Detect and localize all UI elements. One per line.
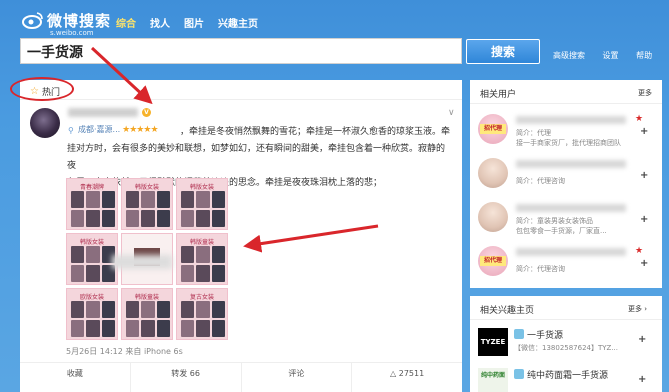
annotation-circle [10,77,74,101]
search-box [20,38,462,64]
interest-page-item[interactable]: TYZEE 一手货源 【微信：13802587624】TYZ... + [478,326,662,360]
grid-image[interactable]: 青春潮牌 [66,178,118,230]
favorite-button[interactable]: 收藏 [20,363,131,392]
related-user-item[interactable]: 招代理 ★ 简介：代理咨询 + [470,242,662,286]
avatar[interactable]: 招代理 [478,114,508,144]
grid-image[interactable]: 韩版女装 [121,178,173,230]
top-nav: 综合 找人 图片 兴趣主页 [116,15,272,30]
interest-page-name[interactable]: 纯中药面霜一手货源 [514,368,608,381]
recruit-agent-tag: 招代理 [480,256,506,266]
related-users-more-link[interactable]: 更多 [638,88,652,98]
related-interest-title: 相关兴趣主页 [480,306,535,316]
grid-image-label: 韩版童装 [189,239,214,246]
blurred-username[interactable] [516,248,626,256]
search-input[interactable] [27,42,447,62]
interest-page-name-text: 一手货源 [527,331,564,341]
grid-image-label: 青春潮牌 [79,184,104,191]
follow-plus-icon[interactable]: + [640,214,648,225]
post-time[interactable]: 5月26日 14:12 来自 iPhone 6s [66,346,183,357]
related-users-panel: 相关用户 更多 招代理 ★ 简介：代理 接一手商家货厂，批代理招商团队 + 简介… [470,80,662,288]
post-text-line-2: 挂对方时，会有很多的美妙和联想，如梦如幻，还有瞬间的甜美，牵挂包含着一种欣赏。寂… [67,144,446,171]
page-badge-icon [514,369,524,379]
nav-find-people[interactable]: 找人 [150,15,170,30]
related-user-item[interactable]: 招代理 ★ 简介：代理 接一手商家货厂，批代理招商团队 + [470,110,662,154]
grid-image[interactable]: 复古女装 [176,288,228,340]
user-desc: 简介：代理咨询 [516,265,565,273]
advanced-search-link[interactable]: 高级搜索 [553,51,585,60]
related-interest-pages-panel: 相关兴趣主页 更多 › TYZEE 一手货源 【微信：13802587624】T… [470,296,662,392]
follow-plus-icon[interactable]: + [638,334,646,345]
nav-interest-pages[interactable]: 兴趣主页 [218,15,258,30]
avatar[interactable] [478,158,508,188]
repost-button[interactable]: 转发 66 [131,363,242,392]
grid-image-label: 韩版女装 [79,239,104,246]
blurred-username[interactable] [68,108,138,117]
logo-title: 微博搜索 [47,12,112,30]
grid-image-label: 韩版女装 [134,184,159,191]
nav-pictures[interactable]: 图片 [184,15,204,30]
search-button[interactable]: 搜索 [466,39,540,64]
interest-page-name-text: 纯中药面霜一手货源 [527,371,609,381]
post-actions: 收藏 转发 66 评论 △ 27511 [20,362,462,392]
related-user-item[interactable]: 简介：童装男装女装饰品 包包零食一手货源，厂家直... + [470,198,662,242]
post-text-line-1: ，牵挂是冬夜悄然飘舞的雪花；牵挂是一杯淑久愈香的琼浆玉液。牵 [180,127,451,137]
page-badge-icon [514,329,524,339]
avatar[interactable] [478,202,508,232]
grid-image-label: 欧版女装 [79,294,104,301]
avatar[interactable]: 招代理 [478,246,508,276]
grid-image[interactable]: 韩版女装 [66,233,118,285]
blurred-watermark [112,255,172,269]
follow-plus-icon[interactable]: + [640,258,648,269]
feed-header: ☆ 热门 [20,80,462,100]
post-author: V [68,108,151,117]
grid-image[interactable]: 韩版童装 [176,233,228,285]
user-desc: 简介：代理 [516,129,551,137]
blurred-username[interactable] [516,160,626,168]
more-label: 更多 [628,305,642,313]
user-desc-2: 接一手商家货厂，批代理招商团队 [516,139,621,147]
grid-image-label: 韩版女装 [189,184,214,191]
blurred-username[interactable] [516,116,626,124]
avatar[interactable] [30,108,60,138]
related-interest-header: 相关兴趣主页 更多 › [470,296,662,320]
grid-image[interactable]: 韩版童装 [121,288,173,340]
help-link[interactable]: 帮助 [636,51,652,60]
related-users-header: 相关用户 更多 [470,80,662,104]
grid-image[interactable]: 韩版女装 [176,178,228,230]
grid-image-label: 韩版童装 [134,294,159,301]
user-desc-2: 包包零食一手货源，厂家直... [516,227,607,235]
follow-plus-icon[interactable]: + [640,170,648,181]
herbal-cream-logo: 纯中药面 [478,368,508,392]
chevron-down-icon[interactable]: ∨ [448,108,455,118]
red-star-icon: ★ [635,114,644,124]
verified-v-icon: V [142,108,151,117]
interest-page-item[interactable]: 纯中药面 纯中药面霜一手货源 + [478,366,662,392]
top-links: 高级搜索 设置 帮助 [553,50,667,61]
related-users-title: 相关用户 [480,90,517,100]
recruit-agent-tag: 招代理 [480,124,506,134]
blurred-username[interactable] [516,204,626,212]
follow-plus-icon[interactable]: + [638,374,646,385]
interest-page-sub: 【微信：13802587624】TYZ... [514,344,619,352]
user-desc: 简介：代理咨询 [516,177,565,185]
grid-image-label: 复古女装 [189,294,214,301]
red-star-icon: ★ [635,246,644,256]
related-interest-more-link[interactable]: 更多 › [628,304,647,314]
logo-subtitle: s.weibo.com [50,29,94,37]
interest-page-name[interactable]: 一手货源 [514,328,563,341]
weibo-eye-icon [22,12,43,29]
user-desc: 简介：童装男装女装饰品 [516,217,593,225]
tyzee-logo: TYZEE [478,328,508,356]
follow-plus-icon[interactable]: + [640,126,648,137]
nav-comprehensive[interactable]: 综合 [116,15,136,30]
grid-image[interactable]: 欧版女装 [66,288,118,340]
settings-link[interactable]: 设置 [603,51,619,60]
related-user-item[interactable]: 简介：代理咨询 + [470,154,662,198]
like-button[interactable]: △ 27511 [352,363,462,392]
comment-button[interactable]: 评论 [242,363,353,392]
